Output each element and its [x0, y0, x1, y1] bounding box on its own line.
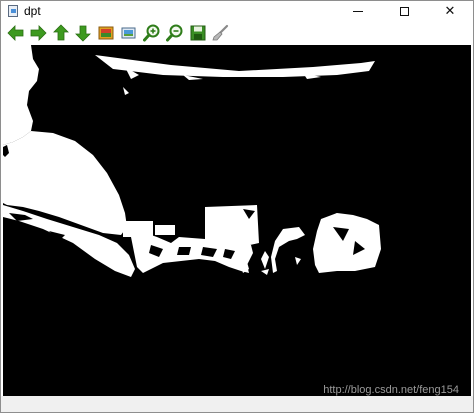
maximize-button[interactable]	[381, 1, 427, 21]
app-window: dpt ✕ http://blog.csdn.net/feng154	[0, 0, 474, 413]
arrow-up-icon	[53, 24, 69, 41]
close-button[interactable]: ✕	[427, 1, 473, 21]
maximize-icon	[399, 6, 409, 16]
save-button[interactable]	[189, 24, 207, 42]
pan-up-button[interactable]	[52, 24, 70, 42]
window-title: dpt	[24, 4, 41, 18]
arrow-down-icon	[75, 25, 91, 42]
pan-down-button[interactable]	[74, 24, 92, 42]
toolbar	[1, 21, 473, 45]
zoom-out-icon	[166, 24, 183, 42]
arrow-left-icon	[7, 25, 24, 41]
save-image-button[interactable]	[97, 24, 115, 42]
watermark-text: http://blog.csdn.net/feng154	[323, 384, 459, 396]
floppy-disk-icon	[190, 25, 206, 41]
minimize-icon	[353, 10, 363, 12]
app-icon	[8, 5, 18, 17]
arrow-right-icon	[30, 25, 47, 41]
zoom-in-button[interactable]	[143, 24, 161, 42]
image-canvas[interactable]: http://blog.csdn.net/feng154	[3, 45, 471, 396]
image-icon	[98, 26, 114, 40]
title-bar[interactable]: dpt ✕	[1, 1, 473, 21]
minimize-button[interactable]	[335, 1, 381, 21]
close-icon: ✕	[444, 3, 456, 19]
pan-left-button[interactable]	[7, 24, 25, 42]
zoom-out-button[interactable]	[166, 24, 184, 42]
brush-icon	[212, 24, 229, 41]
zoom-in-icon	[143, 24, 160, 42]
settings-button[interactable]	[211, 24, 229, 42]
image-properties-icon	[121, 27, 136, 39]
properties-button[interactable]	[120, 24, 138, 42]
binary-image	[3, 45, 471, 396]
status-bar	[1, 396, 473, 412]
pan-right-button[interactable]	[29, 24, 47, 42]
